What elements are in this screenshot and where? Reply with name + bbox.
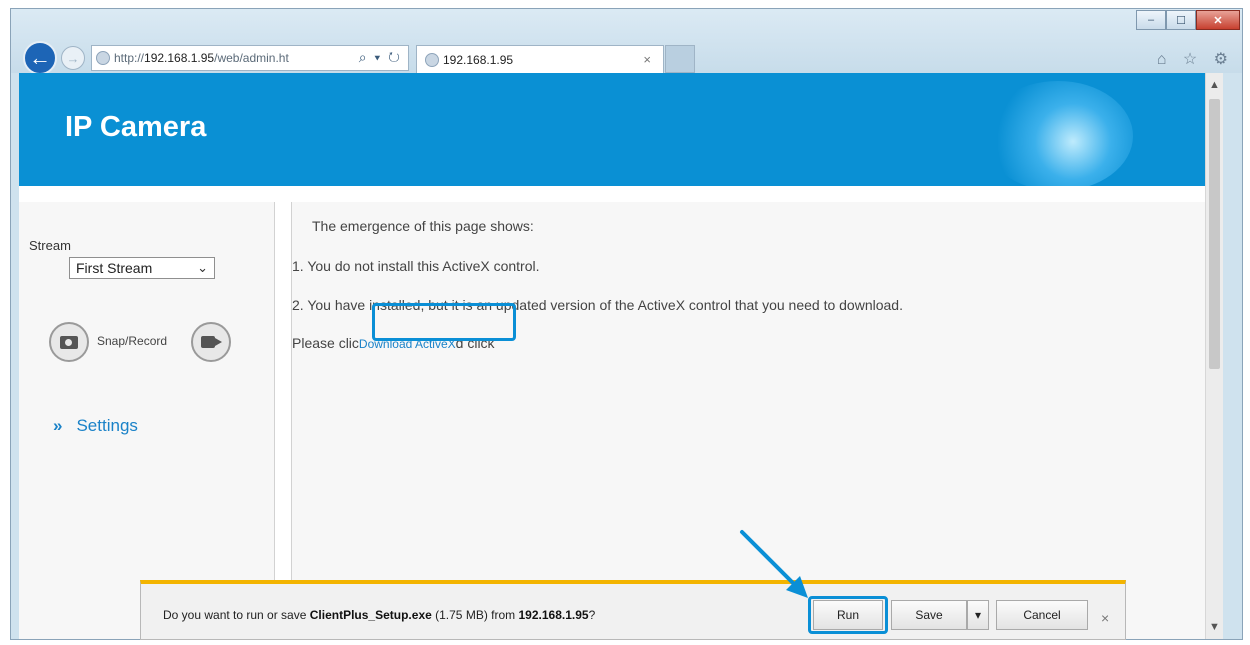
download-host: 192.168.1.95 <box>518 608 589 622</box>
tab-favicon-icon <box>425 52 439 67</box>
stream-label: Stream <box>29 238 71 253</box>
new-tab-button[interactable] <box>665 45 695 73</box>
video-icon <box>201 336 222 348</box>
prompt-prefix: Do you want to run or save <box>163 608 310 622</box>
cancel-button[interactable]: Cancel <box>996 600 1088 630</box>
browser-window: – ☐ ✕ ← → http://192.168.1.95/web/admin.… <box>10 8 1243 640</box>
instruction-prefix: Please clic <box>292 335 359 351</box>
search-refresh-icon[interactable]: ⌕ ▾ ↻ <box>359 49 402 66</box>
forward-arrow-icon: → <box>66 50 80 66</box>
globe-graphic <box>983 81 1133 186</box>
snap-record-label: Snap/Record <box>97 334 168 348</box>
close-window-button[interactable]: ✕ <box>1196 10 1240 30</box>
back-arrow-icon: ← <box>29 45 51 70</box>
address-prefix: http:// <box>114 51 145 65</box>
settings-link[interactable]: » Settings <box>53 416 138 436</box>
address-bar[interactable]: http://192.168.1.95/web/admin.ht ⌕ ▾ ↻ <box>91 45 409 71</box>
download-prompt-text: Do you want to run or save ClientPlus_Se… <box>163 608 595 622</box>
save-button[interactable]: Save <box>891 600 967 630</box>
download-notification-bar: Do you want to run or save ClientPlus_Se… <box>140 580 1126 640</box>
camera-icon <box>60 335 78 349</box>
download-filename: ClientPlus_Setup.exe <box>309 608 432 622</box>
window-controls: – ☐ ✕ <box>1136 10 1240 30</box>
scroll-thumb[interactable] <box>1209 99 1220 369</box>
reason-1-text: 1. You do not install this ActiveX contr… <box>292 258 540 274</box>
prompt-suffix: ? <box>588 608 596 622</box>
tab-close-icon[interactable]: × <box>643 52 651 67</box>
address-host: 192.168.1.95 <box>144 51 215 65</box>
home-favorites-settings-icon[interactable]: ⌂ ☆ ⚙ <box>1157 49 1234 69</box>
tab-current[interactable]: 192.168.1.95 × <box>416 45 664 73</box>
settings-label: Settings <box>76 416 138 435</box>
web-page: IP Camera Stream First Stream ⌄ Snap/Rec… <box>19 73 1223 639</box>
scroll-up-icon[interactable]: ▲ <box>1209 79 1220 91</box>
chevron-down-icon: ⌄ <box>197 260 208 275</box>
download-size: (1.75 MB) from <box>431 608 519 622</box>
browser-chrome: – ☐ ✕ ← → http://192.168.1.95/web/admin.… <box>11 9 1242 75</box>
page-title: IP Camera <box>65 111 207 143</box>
scroll-down-icon[interactable]: ▼ <box>1209 621 1220 633</box>
page-favicon-icon <box>96 51 110 65</box>
save-options-button[interactable]: ▾ <box>967 600 989 630</box>
run-highlight-box <box>808 596 888 634</box>
minimize-button[interactable]: – <box>1136 10 1166 30</box>
vertical-scrollbar[interactable]: ▲ ▼ <box>1205 73 1223 639</box>
address-path: /web/admin.ht <box>214 51 289 65</box>
stream-select[interactable]: First Stream ⌄ <box>69 257 215 279</box>
record-button[interactable] <box>191 322 231 362</box>
snap-button[interactable] <box>49 322 89 362</box>
stream-select-value: First Stream <box>76 260 153 276</box>
intro-text: The emergence of this page shows: <box>312 218 534 234</box>
close-icon[interactable]: × <box>1101 610 1109 626</box>
tab-title: 192.168.1.95 <box>443 52 514 67</box>
maximize-button[interactable]: ☐ <box>1166 10 1196 30</box>
page-header: IP Camera <box>19 73 1223 186</box>
back-button[interactable]: ← <box>23 41 57 75</box>
sidebar: Stream First Stream ⌄ Snap/Record » Setti… <box>19 202 275 639</box>
forward-button[interactable]: → <box>61 46 85 70</box>
annotation-arrow <box>740 530 808 598</box>
link-highlight-box <box>372 303 516 341</box>
double-chevron-icon: » <box>53 416 63 435</box>
